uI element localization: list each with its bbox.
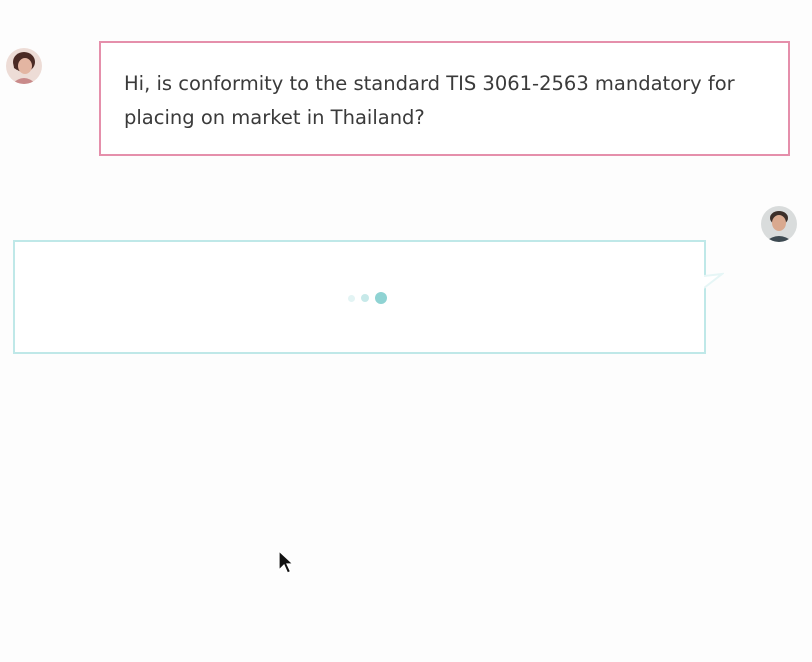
typing-dot [348,294,355,302]
bubble-tail-icon [704,272,724,289]
agent-avatar-icon [761,206,797,242]
user-message-bubble: Hi, is conformity to the standard TIS 30… [99,41,790,156]
user-message-text: Hi, is conformity to the standard TIS 30… [124,72,735,129]
user-avatar-icon [6,48,42,84]
typing-dot [375,292,387,304]
mouse-pointer-icon [278,550,294,574]
typing-dots-icon [348,291,387,305]
chat-window: Hi, is conformity to the standard TIS 30… [0,0,812,662]
typing-dot [361,294,369,302]
agent-typing-bubble [13,240,724,354]
